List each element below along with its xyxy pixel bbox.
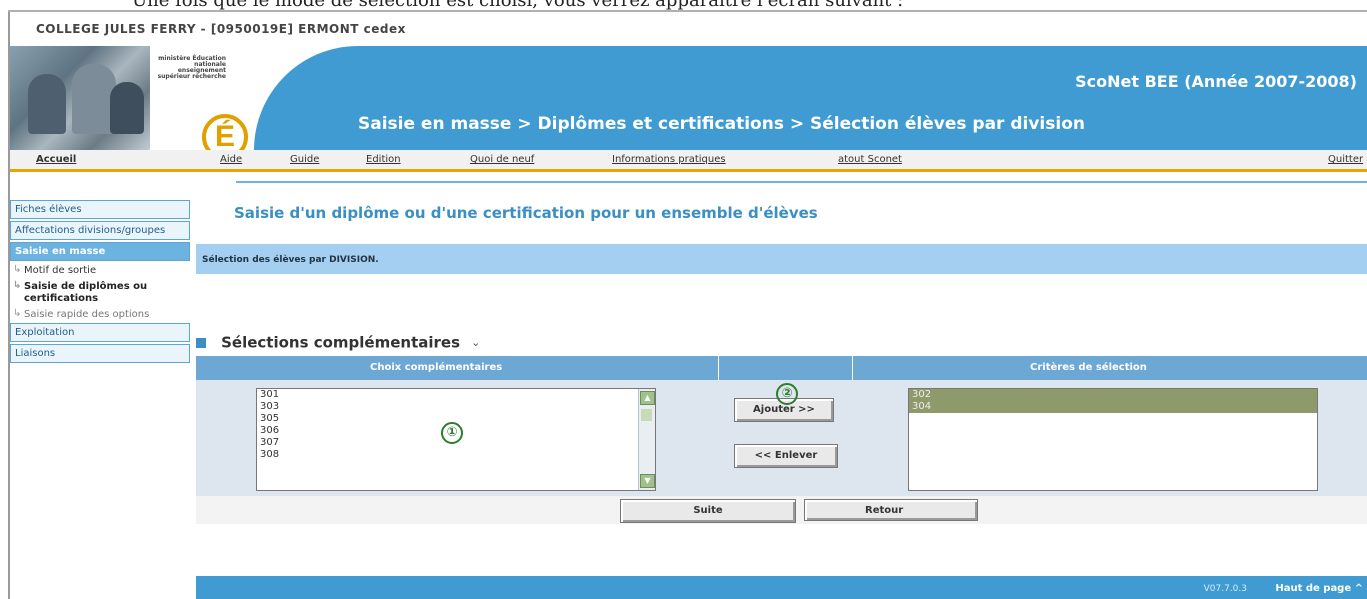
- header-photo: [10, 46, 150, 150]
- window-title: COLLEGE JULES FERRY - [0950019E] ERMONT …: [36, 22, 406, 36]
- next-button[interactable]: Suite: [620, 499, 796, 523]
- selection-mode-bar: Sélection des élèves par DIVISION.: [196, 244, 1367, 274]
- ministry-text: ministère Éducation nationale enseigneme…: [157, 55, 226, 80]
- section-bullet-icon: [196, 337, 206, 348]
- window-frame-left: [0, 10, 10, 599]
- menu-quit-link[interactable]: Quitter: [1328, 154, 1363, 165]
- sidebar-subitem-motif[interactable]: ↳ Motif de sortie: [10, 263, 190, 279]
- selection-table-body: 301 303 305 306 307 308 ▲ ▼ ① Ajouter >>…: [196, 380, 1367, 496]
- menu-bar: Accueil Aide Guide Edition Quoi de neuf …: [10, 150, 1367, 172]
- app-header: ministère Éducation nationale enseigneme…: [10, 46, 1367, 160]
- section-title: Sélections complémentaires: [221, 333, 461, 352]
- annotation-marker-2: ②: [776, 383, 798, 405]
- sidebar: Fiches élèves Affectations divisions/gro…: [10, 200, 190, 365]
- menu-guide-link[interactable]: Guide: [290, 154, 319, 165]
- col-header-choices: Choix complémentaires: [370, 362, 503, 373]
- menu-whats-new-link[interactable]: Quoi de neuf: [470, 154, 534, 165]
- header-band: ScoNet BEE (Année 2007-2008) Saisie en m…: [254, 46, 1367, 150]
- choices-scrollbar[interactable]: ▲ ▼: [638, 389, 655, 490]
- sidebar-subitem-rapide[interactable]: ↳ Saisie rapide des options: [10, 307, 190, 323]
- scroll-thumb[interactable]: [641, 409, 652, 421]
- scroll-down-icon[interactable]: ▼: [640, 474, 655, 488]
- selection-table: Choix complémentaires Critères de sélect…: [196, 356, 1367, 496]
- back-to-top-link[interactable]: Haut de page ^: [1275, 583, 1363, 594]
- menu-help-link[interactable]: Aide: [220, 154, 242, 165]
- menu-home-link[interactable]: Accueil: [36, 154, 76, 165]
- criteria-option[interactable]: 304: [909, 401, 1317, 413]
- section-header[interactable]: Sélections complémentaires ⌄: [196, 332, 480, 352]
- sidebar-subitem-diplomes[interactable]: ↳ Saisie de diplômes ou certifications: [10, 279, 190, 307]
- criteria-option[interactable]: 302: [909, 389, 1317, 401]
- app-name: ScoNet BEE (Année 2007-2008): [1075, 72, 1357, 91]
- scroll-up-icon[interactable]: ▲: [640, 391, 655, 405]
- sidebar-item-exploitation[interactable]: Exploitation: [10, 323, 190, 342]
- chevron-down-icon[interactable]: ⌄: [471, 336, 480, 349]
- choice-option[interactable]: 308: [257, 449, 655, 461]
- sidebar-item-affectations[interactable]: Affectations divisions/groupes: [10, 221, 190, 240]
- window-frame-top: [8, 10, 1367, 12]
- breadcrumb: Saisie en masse > Diplômes et certificat…: [358, 114, 1085, 134]
- page-title: Saisie d'un diplôme ou d'une certificati…: [234, 204, 818, 222]
- menu-edition-link[interactable]: Edition: [366, 154, 401, 165]
- choice-option[interactable]: 301: [257, 389, 655, 401]
- criteria-listbox[interactable]: 302 304: [908, 388, 1318, 491]
- document-caption: Une fois que le mode de sélection est ch…: [132, 0, 904, 11]
- col-header-criteria: Critères de sélection: [1030, 362, 1147, 373]
- selection-table-header: Choix complémentaires Critères de sélect…: [196, 356, 1367, 380]
- annotation-marker-1: ①: [441, 422, 463, 444]
- page-footer: V07.7.0.3 Haut de page ^: [196, 576, 1367, 599]
- remove-button[interactable]: << Enlever: [734, 444, 838, 468]
- navigation-row: Suite Retour: [196, 496, 1367, 524]
- version-label: V07.7.0.3: [1203, 584, 1247, 594]
- sidebar-item-saisie-masse[interactable]: Saisie en masse: [10, 242, 190, 261]
- sidebar-item-liaisons[interactable]: Liaisons: [10, 344, 190, 363]
- sidebar-item-fiches[interactable]: Fiches élèves: [10, 200, 190, 219]
- back-button[interactable]: Retour: [804, 499, 978, 521]
- content-divider: [236, 181, 1367, 187]
- menu-practical-info-link[interactable]: Informations pratiques: [612, 154, 726, 165]
- menu-atout-sconet-link[interactable]: atout Sconet: [838, 154, 902, 165]
- choice-option[interactable]: 303: [257, 401, 655, 413]
